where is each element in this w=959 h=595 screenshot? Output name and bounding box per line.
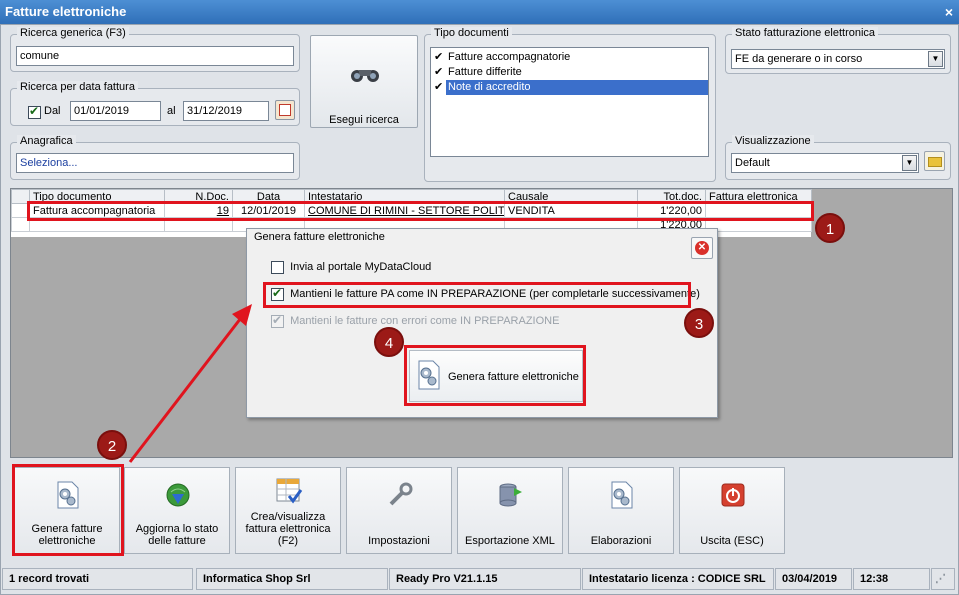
step-badge-3: 3 [684,308,714,338]
option-mydatacloud-label: Invia al portale MyDataCloud [290,261,432,274]
date-search-group: Ricerca per data fattura Dal 01/01/2019 … [10,81,300,126]
anagrafica-label: Anagrafica [17,135,76,147]
spreadsheet-check-icon [276,478,303,504]
search-button[interactable]: Esegui ricerca [310,35,418,128]
processing-button[interactable]: Elaborazioni [568,467,674,554]
date-from-label: Dal [44,105,61,117]
close-icon: ✕ [695,241,709,255]
generic-search-input[interactable]: comune [16,46,294,66]
generic-search-label: Ricerca generica (F3) [17,27,129,39]
doc-type-label: Fatture differite [448,66,522,78]
search-button-label: Esegui ricerca [329,114,399,126]
chevron-down-icon[interactable]: ▼ [902,155,917,171]
status-records: 1 record trovati [2,568,193,590]
xml-export-button[interactable]: Esportazione XML [457,467,563,554]
window-title-bar: Fatture elettroniche × [0,0,959,24]
option-keep-errors-checkbox[interactable] [271,313,284,328]
date-from-input[interactable]: 01/01/2019 [70,101,161,121]
globe-download-icon [166,483,190,507]
check-icon: ✔ [434,66,444,78]
doc-type-label: Note di accredito [446,80,708,95]
option-mydatacloud-checkbox[interactable] [271,261,284,274]
generic-search-group: Ricerca generica (F3) comune [10,27,300,72]
highlight-option [263,282,691,308]
highlight-generate [404,345,586,406]
view-select[interactable]: Default ▼ [731,153,919,173]
arrow-annotation [128,304,252,463]
date-to-label: al [167,105,176,117]
date-search-label: Ricerca per data fattura [17,81,138,93]
check-icon: ✔ [434,51,444,63]
option-mydatacloud[interactable]: Invia al portale MyDataCloud [271,261,531,277]
status-filter-value: FE da generare o in corso [735,53,863,65]
doc-types-group: Tipo documenti ✔ Fatture accompagnatorie… [424,27,716,182]
wrench-icon [389,482,413,506]
option-keep-errors[interactable]: Mantieni le fatture con errori come IN P… [271,313,601,331]
anagrafica-group: Anagrafica Seleziona... [10,135,300,180]
calendar-icon[interactable] [275,100,295,120]
power-icon [721,483,745,507]
date-filter-checkbox[interactable] [28,104,41,119]
exit-label: Uscita (ESC) [700,535,764,547]
status-version: Ready Pro V21.1.15 [389,568,581,590]
step-badge-4: 4 [374,327,404,357]
status-filter-group: Stato fatturazione elettronica FE da gen… [725,27,951,74]
window-title: Fatture elettroniche [5,4,127,19]
status-company: Informatica Shop Srl [196,568,388,590]
status-filter-label: Stato fatturazione elettronica [732,27,879,39]
create-view-invoice-button[interactable]: Crea/visualizza fattura elettronica (F2) [235,467,341,554]
highlight-generate-toolbar [12,464,124,556]
date-to-input[interactable]: 31/12/2019 [183,101,269,121]
doc-type-item[interactable]: ✔ Fatture differite [432,65,707,80]
anagrafica-input[interactable]: Seleziona... [16,153,294,173]
doc-types-list: ✔ Fatture accompagnatorie ✔ Fatture diff… [430,47,709,157]
view-group: Visualizzazione Default ▼ [725,135,951,180]
view-value: Default [735,157,770,169]
close-icon[interactable]: × [945,0,953,24]
status-license: Intestatario licenza : CODICE SRL [582,568,774,590]
doc-type-item-selected[interactable]: ✔ Note di accredito [432,80,708,95]
status-filter-select[interactable]: FE da generare o in corso ▼ [731,49,945,69]
settings-label: Impostazioni [368,535,430,547]
step-badge-2: 2 [97,430,127,460]
exit-button[interactable]: Uscita (ESC) [679,467,785,554]
dialog-title: Genera fatture elettroniche [254,231,385,243]
folder-icon[interactable] [924,151,945,171]
xml-export-label: Esportazione XML [465,535,555,547]
document-gear-icon [611,481,633,509]
update-status-button[interactable]: Aggiorna lo stato delle fatture [124,467,230,554]
create-view-invoice-label: Crea/visualizza fattura elettronica (F2) [245,511,331,547]
database-export-icon [499,483,522,507]
doc-types-label: Tipo documenti [431,27,512,39]
update-status-label: Aggiorna lo stato delle fatture [135,523,219,547]
status-time: 12:38 [853,568,930,590]
settings-button[interactable]: Impostazioni [346,467,452,554]
chevron-down-icon[interactable]: ▼ [928,51,943,67]
dialog-close-button[interactable]: ✕ [691,237,713,259]
binoculars-icon [351,70,379,82]
doc-type-item[interactable]: ✔ Fatture accompagnatorie [432,50,707,65]
highlight-row [27,201,814,221]
step-badge-1: 1 [815,213,845,243]
processing-label: Elaborazioni [590,535,652,547]
doc-type-label: Fatture accompagnatorie [448,51,571,63]
view-label: Visualizzazione [732,135,814,147]
status-date: 03/04/2019 [775,568,852,590]
option-keep-errors-label: Mantieni le fatture con errori come IN P… [290,315,560,328]
check-icon: ✔ [434,81,444,93]
resize-grip-icon[interactable]: ⋰ [931,568,955,590]
